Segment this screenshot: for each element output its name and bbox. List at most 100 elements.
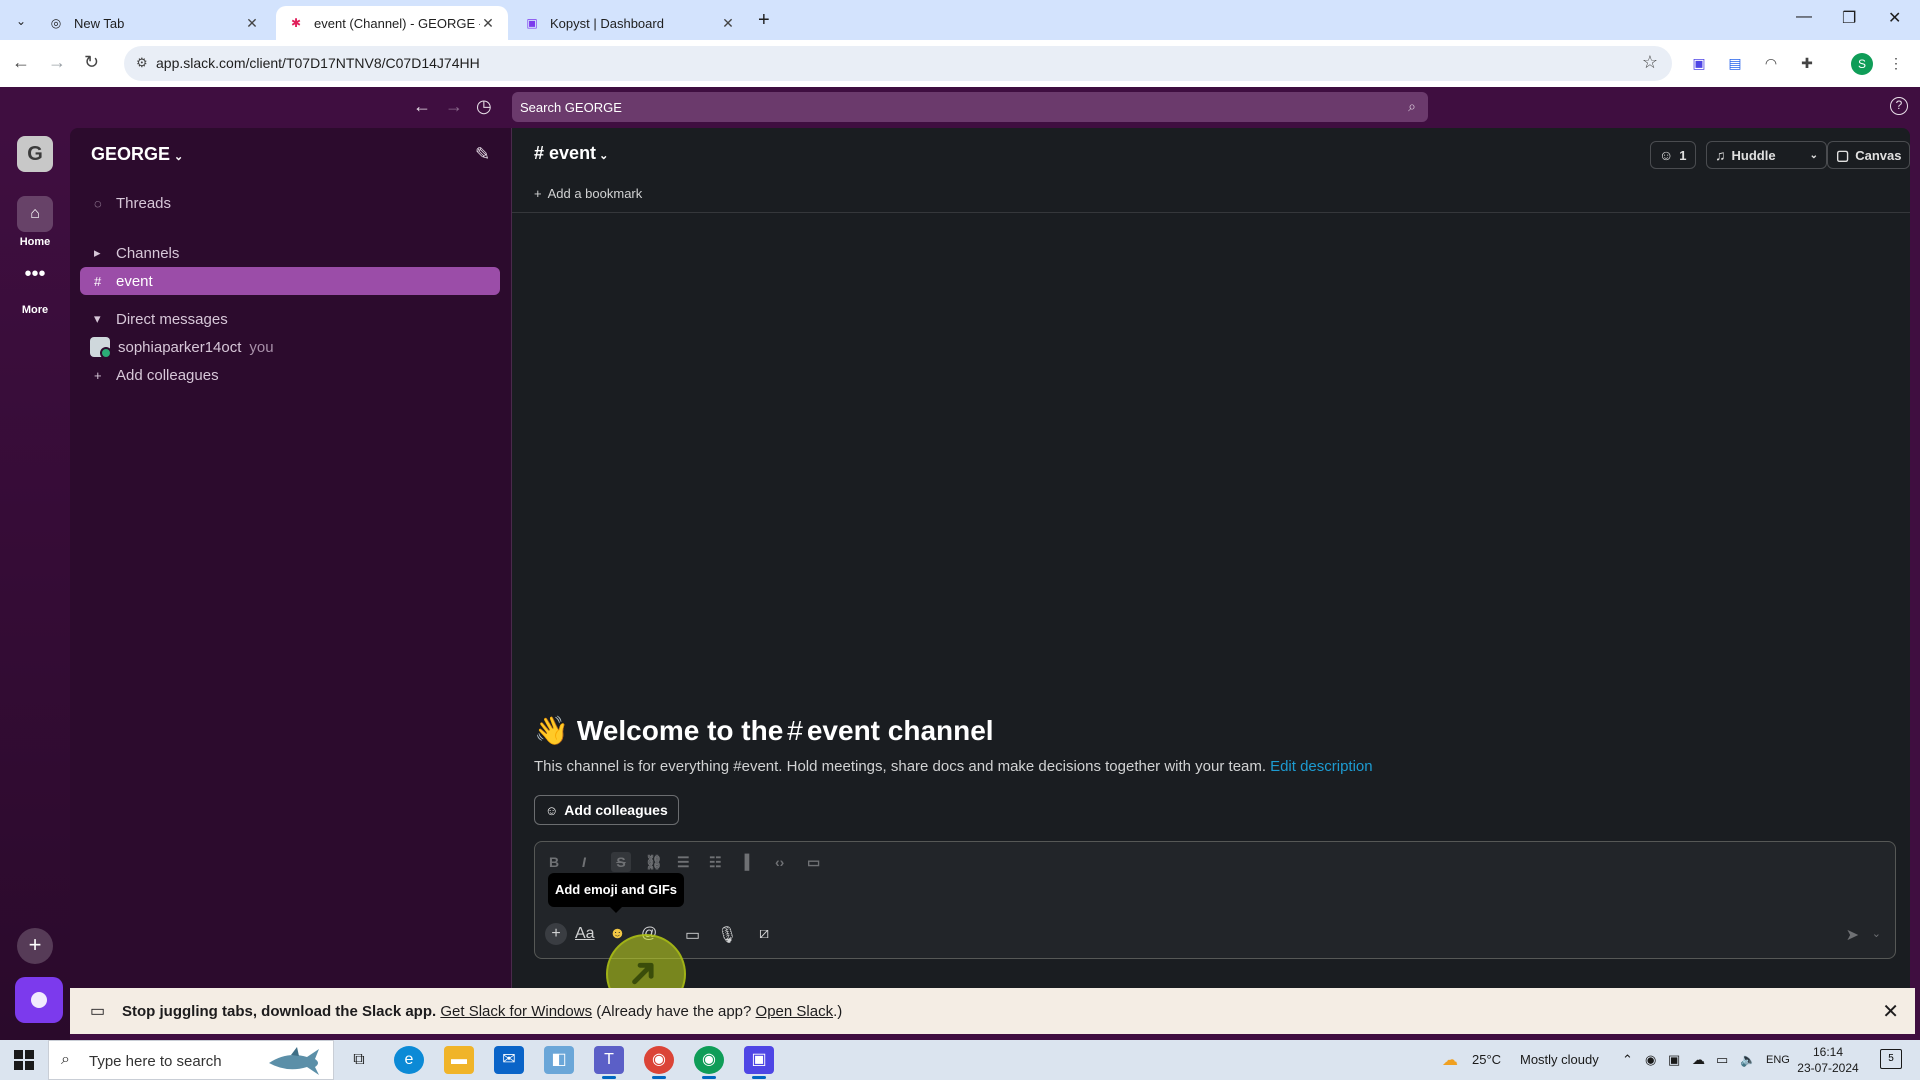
windows-start-icon[interactable] [14,1050,34,1070]
language-indicator[interactable]: ENG [1766,1054,1790,1066]
home-icon[interactable]: ⌂ [17,196,53,232]
sidebar-item-threads[interactable]: ◌ Threads [80,189,500,217]
chrome-profile-taskbar-icon[interactable]: ◉ [694,1046,724,1079]
banner-close-icon[interactable]: ✕ [1882,999,1899,1024]
send-icon[interactable]: ➤ [1846,925,1859,945]
app-icon[interactable]: ◧ [544,1046,574,1074]
blockquote-icon[interactable]: ▍ [745,854,756,871]
more-label[interactable]: More [0,304,70,316]
docs-extension-icon[interactable]: ▤ [1725,53,1745,73]
edit-description-link[interactable]: Edit description [1270,758,1373,775]
members-button[interactable]: ☺ 1 [1650,141,1696,169]
banner-end: .) [833,1003,843,1020]
slash-shortcuts-icon[interactable]: ⧄ [759,925,769,943]
sidebar-item-add-colleagues[interactable]: + Add colleagues [80,361,500,389]
workspace-switcher[interactable]: G [17,136,53,172]
restore-icon[interactable]: ❐ [1842,8,1856,28]
workspace-name-menu[interactable]: GEORGE ⌄ [91,144,183,165]
history-clock-icon[interactable]: ◷ [476,96,492,117]
history-forward-icon[interactable]: → [445,96,463,117]
chevron-down-icon[interactable]: ⌄ [1810,150,1818,161]
record-icon[interactable]: ◉ [1645,1052,1656,1068]
sidebar-item-event[interactable]: # event [80,267,500,295]
weather-icon[interactable]: ☁ [1442,1050,1458,1070]
sidebar-section-channels[interactable]: ▸ Channels [80,239,500,267]
weather-temp[interactable]: 25°C [1472,1052,1501,1067]
teams-icon[interactable]: T [594,1046,624,1079]
add-bookmark-label: Add a bookmark [547,186,643,201]
microphone-icon[interactable]: 🎙 [717,925,737,945]
reload-icon[interactable]: ↻ [84,52,99,73]
file-explorer-icon[interactable]: ▬ [444,1046,474,1074]
tab-close-icon[interactable]: ✕ [244,15,260,32]
window-close-icon[interactable]: ✕ [1888,8,1901,28]
camera-icon[interactable]: ▣ [1668,1052,1680,1068]
extension-icon[interactable]: ◠ [1761,53,1781,73]
history-back-icon[interactable]: ← [413,96,431,117]
network-icon[interactable]: ▭ [1716,1052,1728,1068]
add-bookmark-button[interactable]: + Add a bookmark [534,186,642,201]
add-colleagues-button[interactable]: ☺ Add colleagues [534,795,679,825]
send-options-chevron-icon[interactable]: ⌄ [1872,927,1881,940]
address-bar[interactable]: ⚙ app.slack.com/client/T07D17NTNV8/C07D1… [124,46,1672,81]
formatting-toggle-icon[interactable]: Aa [575,925,595,943]
edge-icon[interactable]: e [394,1046,424,1074]
slack-search-bar[interactable]: Search GEORGE ⌕ [512,92,1428,122]
compose-icon[interactable]: ✎ [475,144,490,165]
create-new-button[interactable]: + [17,928,53,964]
tray-chevron-up-icon[interactable]: ⌃ [1622,1052,1633,1068]
huddle-button[interactable]: ♫ Huddle ⌄ [1706,141,1827,169]
ordered-list-icon[interactable]: ☰ [677,854,690,871]
chrome-taskbar-icon[interactable]: ◉ [644,1046,674,1079]
forward-arrow-icon[interactable]: → [48,52,66,73]
task-view-icon[interactable]: ⧉ [344,1046,374,1074]
video-clip-icon[interactable]: ▭ [685,925,700,945]
volume-icon[interactable]: 🔈 [1740,1052,1756,1068]
strikethrough-icon[interactable]: S [611,852,631,872]
back-arrow-icon[interactable]: ← [12,52,30,73]
weather-desc[interactable]: Mostly cloudy [1520,1052,1599,1067]
home-label[interactable]: Home [0,236,70,248]
bookmark-star-icon[interactable]: ☆ [1642,52,1658,73]
new-tab-button[interactable]: + [758,10,770,30]
link-icon[interactable]: ⛓ [645,854,663,871]
welcome-heading: 👋 Welcome to the # event channel [534,714,994,747]
sidebar-item-label: event [116,272,153,290]
tab-slack-event[interactable]: ✱ event (Channel) - GEORGE - Sla ✕ [276,6,508,40]
bulleted-list-icon[interactable]: ☷ [709,854,722,871]
bold-icon[interactable]: B [549,854,559,870]
get-slack-windows-link[interactable]: Get Slack for Windows [440,1003,592,1020]
mail-icon[interactable]: ✉ [494,1046,524,1074]
minimize-icon[interactable]: — [1796,8,1812,26]
notification-center-icon[interactable]: 5 [1880,1049,1902,1069]
more-icon[interactable]: ••• [17,262,53,298]
code-block-icon[interactable]: ▭ [807,854,820,871]
tab-new-tab[interactable]: ◎ New Tab ✕ [36,6,272,40]
onedrive-icon[interactable]: ☁ [1692,1052,1705,1068]
site-info-icon[interactable]: ⚙ [136,55,148,71]
attach-plus-button[interactable]: + [545,923,567,945]
kopyst-taskbar-icon[interactable]: ▣ [744,1046,774,1079]
message-composer[interactable]: B I S ⛓ ☰ ☷ ▍ ‹› ▭ + Aa ☻ @ ▭ 🎙 ⧄ ➤ ⌄ [534,841,1896,959]
tab-close-icon[interactable]: ✕ [720,15,736,32]
code-icon[interactable]: ‹› [775,854,784,870]
tab-search-chevron-icon[interactable]: ⌄ [10,10,32,32]
browser-menu-icon[interactable]: ⋮ [1886,53,1906,73]
channel-name: event [549,143,597,163]
channel-name-menu[interactable]: # event ⌄ [534,143,608,164]
puzzle-extensions-icon[interactable]: ✚ [1797,53,1817,73]
canvas-button[interactable]: ▢ Canvas [1827,141,1911,169]
profile-avatar[interactable]: S [1851,53,1873,75]
tab-close-icon[interactable]: ✕ [480,15,496,32]
hash-icon: # [534,143,545,163]
taskbar-search[interactable]: ⌕ Type here to search [48,1040,334,1080]
tab-kopyst-dashboard[interactable]: ▣ Kopyst | Dashboard ✕ [512,6,748,40]
clock[interactable]: 16:14 23-07-2024 [1796,1044,1860,1076]
sidebar-item-dm-self[interactable]: sophiaparker14oct you [80,333,500,361]
sidebar-section-direct-messages[interactable]: ▾ Direct messages [80,305,500,333]
user-avatar[interactable] [15,977,63,1023]
open-slack-link[interactable]: Open Slack [756,1003,834,1020]
kopyst-extension-icon[interactable]: ▣ [1689,53,1709,73]
help-icon[interactable]: ? [1890,97,1908,115]
italic-icon[interactable]: I [582,854,586,870]
